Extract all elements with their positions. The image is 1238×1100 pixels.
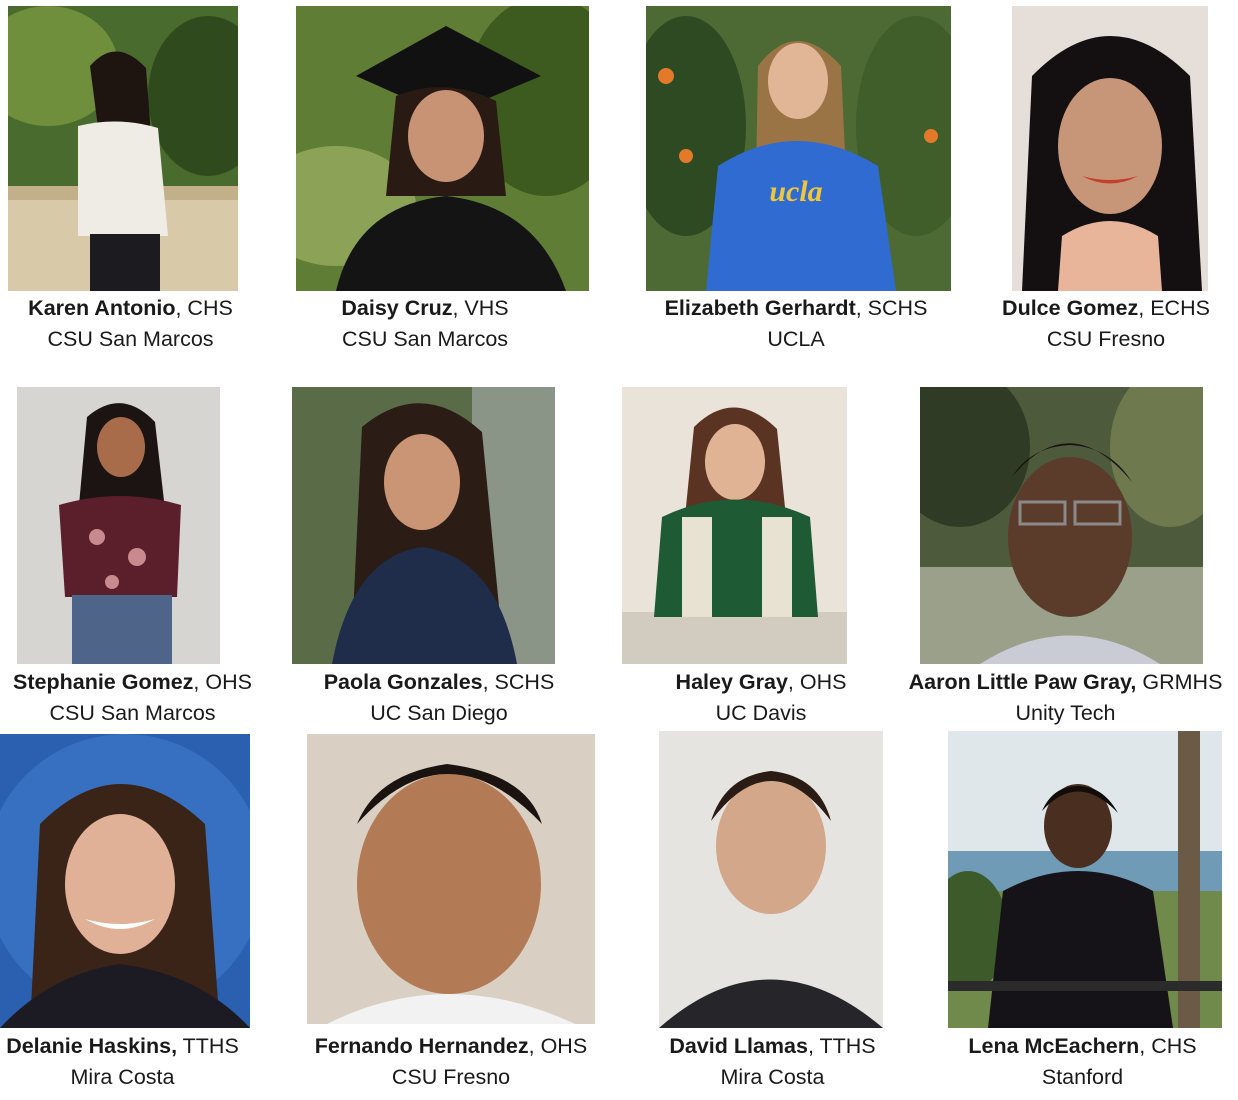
student-caption-daisy-cruz: Daisy Cruz, VHS CSU San Marcos <box>296 293 554 355</box>
student-photo-david-llamas <box>659 731 883 1028</box>
student-name: Aaron Little Paw Gray, <box>908 670 1137 694</box>
college: UC Davis <box>715 701 807 725</box>
college: CSU Fresno <box>1046 327 1166 351</box>
student-photo-stephanie-gomez <box>17 387 220 664</box>
college: Stanford <box>1041 1065 1124 1089</box>
high-school: , ECHS <box>1138 296 1210 320</box>
student-caption-aaron-little-paw-gray: Aaron Little Paw Gray, GRMHS Unity Tech <box>893 667 1238 729</box>
student-photo-lena-mceachern <box>948 731 1222 1028</box>
college: CSU San Marcos <box>49 701 216 725</box>
student-caption-lena-mceachern: Lena McEachern, CHS Stanford <box>965 1031 1200 1093</box>
college: CSU San Marcos <box>47 327 214 351</box>
sweatshirt-text: ucla <box>769 175 822 208</box>
student-name: Daisy Cruz <box>341 296 453 320</box>
student-photo-daisy-cruz <box>296 6 589 291</box>
student-photo-fernando-hernandez <box>307 734 595 1024</box>
high-school: , SCHS <box>855 296 928 320</box>
student-photo-elizabeth-gerhardt: ucla <box>646 6 951 291</box>
student-name: Delanie Haskins, <box>6 1034 178 1058</box>
student-name: Karen Antonio <box>28 296 176 320</box>
student-photo-paola-gonzales <box>292 387 555 664</box>
high-school: TTHS <box>177 1034 239 1058</box>
student-name: Lena McEachern <box>968 1034 1140 1058</box>
college: CSU San Marcos <box>341 327 509 351</box>
student-caption-stephanie-gomez: Stephanie Gomez, OHS CSU San Marcos <box>0 667 265 729</box>
college: Unity Tech <box>1015 701 1116 725</box>
high-school: , CHS <box>175 296 233 320</box>
high-school: , OHS <box>528 1034 588 1058</box>
college: Mira Costa <box>70 1065 175 1089</box>
college: UCLA <box>767 327 825 351</box>
college: UC San Diego <box>370 701 508 725</box>
student-name: Stephanie Gomez <box>13 670 194 694</box>
high-school: , VHS <box>452 296 509 320</box>
student-photo-delanie-haskins <box>0 734 250 1028</box>
student-name: Dulce Gomez <box>1002 296 1139 320</box>
student-caption-dulce-gomez: Dulce Gomez, ECHS CSU Fresno <box>975 293 1237 355</box>
high-school: , CHS <box>1139 1034 1197 1058</box>
high-school: , TTHS <box>807 1034 876 1058</box>
student-caption-paola-gonzales: Paola Gonzales, SCHS UC San Diego <box>305 667 573 729</box>
high-school: , SCHS <box>482 670 555 694</box>
high-school: , OHS <box>193 670 252 694</box>
student-name: Paola Gonzales <box>323 670 483 694</box>
student-caption-delanie-haskins: Delanie Haskins, TTHS Mira Costa <box>0 1031 245 1093</box>
student-photo-aaron-little-paw-gray <box>920 387 1203 664</box>
student-photo-karen-antonio <box>8 6 238 291</box>
high-school: , OHS <box>787 670 847 694</box>
student-caption-karen-antonio: Karen Antonio, CHS CSU San Marcos <box>8 293 253 355</box>
student-caption-david-llamas: David Llamas, TTHS Mira Costa <box>640 1031 905 1093</box>
college: CSU Fresno <box>391 1065 511 1089</box>
student-caption-haley-gray: Haley Gray, OHS UC Davis <box>622 667 900 729</box>
student-name: Haley Gray <box>675 670 788 694</box>
student-photo-dulce-gomez <box>1012 6 1208 291</box>
student-caption-fernando-hernandez: Fernando Hernandez, OHS CSU Fresno <box>301 1031 601 1093</box>
student-photo-haley-gray <box>622 387 847 664</box>
college: Mira Costa <box>720 1065 825 1089</box>
student-name: Fernando Hernandez <box>314 1034 529 1058</box>
student-name: Elizabeth Gerhardt <box>664 296 856 320</box>
student-caption-elizabeth-gerhardt: Elizabeth Gerhardt, SCHS UCLA <box>646 293 946 355</box>
student-name: David Llamas <box>669 1034 808 1058</box>
high-school: GRMHS <box>1136 670 1223 694</box>
